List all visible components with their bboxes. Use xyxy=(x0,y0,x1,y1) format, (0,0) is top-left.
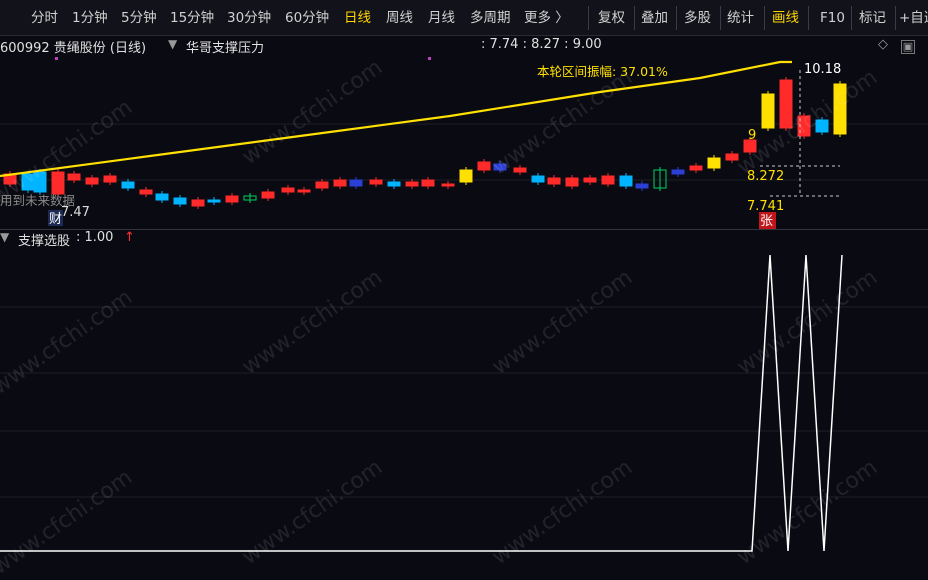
toolbar-divider xyxy=(720,6,721,30)
future-data-label: 用到未来数据 xyxy=(0,193,75,208)
stock-title: 600992 贵绳股份 (日线) xyxy=(0,41,147,56)
toolbar-divider xyxy=(588,6,589,30)
candle-body xyxy=(225,195,239,203)
zhang-marker: 张 xyxy=(760,214,773,229)
candle-body xyxy=(333,179,347,187)
tab-monthly[interactable]: 月线 xyxy=(428,0,455,36)
toolbar-divider xyxy=(676,6,677,30)
tab-15min[interactable]: 15分钟 xyxy=(170,0,214,36)
overlay-button[interactable]: 叠加 xyxy=(641,0,668,36)
chart-info-bar: 600992 贵绳股份 (日线) ▼ 华哥支撑压力 : 7.74 : 8.27 … xyxy=(0,36,928,56)
candle-body xyxy=(513,167,527,173)
indicator-dropdown-icon[interactable]: ▼ xyxy=(0,230,9,244)
tab-multi-period[interactable]: 多周期 xyxy=(470,0,511,36)
support-pressure-line xyxy=(0,60,792,178)
candle-body xyxy=(635,183,649,189)
event-dot xyxy=(428,57,431,60)
candle-body xyxy=(459,169,473,183)
candle-body xyxy=(121,181,135,189)
tab-more[interactable]: 更多 〉 xyxy=(524,0,569,36)
candle-body xyxy=(547,177,561,185)
indicator-name[interactable]: 华哥支撑压力 xyxy=(186,37,264,56)
toolbar-divider xyxy=(895,6,896,30)
candle-body xyxy=(261,191,275,199)
high-price-label: 10.18 xyxy=(804,62,841,77)
toolbar-divider xyxy=(764,6,765,30)
candle-body xyxy=(349,179,363,187)
tab-30min[interactable]: 30分钟 xyxy=(227,0,271,36)
period-toolbar: 分时 1分钟 5分钟 15分钟 30分钟 60分钟 日线 周线 月线 多周期 更… xyxy=(0,0,928,36)
candle-body xyxy=(421,179,435,187)
tab-60min[interactable]: 60分钟 xyxy=(285,0,329,36)
candle-body xyxy=(369,179,383,185)
tab-weekly[interactable]: 周线 xyxy=(386,0,413,36)
candle-body xyxy=(405,181,419,187)
indicator-gridlines xyxy=(0,306,928,498)
candle-body xyxy=(207,199,221,203)
candle-body xyxy=(297,189,311,193)
candle-body xyxy=(707,157,721,169)
candle-body xyxy=(689,165,703,171)
maximize-icon[interactable]: ▣ xyxy=(901,40,915,54)
candle-body xyxy=(671,169,685,175)
toolbar-divider xyxy=(808,6,809,30)
f10-button[interactable]: F10 xyxy=(820,0,845,36)
up-arrow-icon: ↑ xyxy=(124,230,135,245)
fuquan-button[interactable]: 复权 xyxy=(598,0,625,36)
candle-body xyxy=(619,175,633,187)
candle-body xyxy=(315,181,329,189)
candle-body xyxy=(441,183,455,187)
toolbar-divider xyxy=(634,6,635,30)
add-watchlist-button[interactable]: +自选 xyxy=(899,0,928,36)
diamond-icon[interactable]: ◇ xyxy=(878,37,888,52)
candle-body xyxy=(191,199,205,207)
candle-body xyxy=(583,177,597,183)
event-dot xyxy=(55,57,58,60)
level-8272-label: 8.272 xyxy=(747,169,784,184)
candle-body xyxy=(815,119,829,133)
candle-body xyxy=(103,175,117,183)
statistics-button[interactable]: 统计 xyxy=(727,0,754,36)
amplitude-label: 本轮区间振幅: 37.01% xyxy=(537,64,668,79)
candle-body xyxy=(33,171,47,193)
candle-body xyxy=(85,177,99,185)
multi-stock-button[interactable]: 多股 xyxy=(684,0,711,36)
candle-body xyxy=(725,153,739,161)
indicator-panel-name[interactable]: 支撑选股 xyxy=(18,230,70,249)
candle-body xyxy=(493,163,507,171)
candle-body xyxy=(477,161,491,171)
indicator-chart[interactable] xyxy=(0,229,928,559)
cai-marker: 财 xyxy=(49,212,62,227)
candle-body xyxy=(601,175,615,185)
candlesticks xyxy=(3,77,847,209)
candle-body xyxy=(21,173,35,191)
support-pick-line xyxy=(0,254,843,552)
candle-body xyxy=(281,187,295,193)
mark-button[interactable]: 标记 xyxy=(859,0,886,36)
candle-body xyxy=(565,177,579,187)
candle-body xyxy=(139,189,153,195)
indicator-values: : 7.74 : 8.27 : 9.00 xyxy=(481,37,602,52)
candle-body xyxy=(67,173,81,181)
candle-body xyxy=(387,181,401,187)
candle-body xyxy=(531,175,545,183)
toolbar-divider xyxy=(851,6,852,30)
indicator-panel-value: : 1.00 xyxy=(76,230,114,245)
draw-line-button[interactable]: 画线 xyxy=(772,0,799,36)
candle-body xyxy=(779,79,793,129)
tab-fenshi[interactable]: 分时 xyxy=(31,0,58,36)
candle-body xyxy=(761,93,775,129)
level-9-label: 9 xyxy=(748,128,756,143)
level-7741-label: 7.741 xyxy=(747,199,784,214)
tab-daily[interactable]: 日线 xyxy=(344,0,371,36)
tab-5min[interactable]: 5分钟 xyxy=(121,0,157,36)
candlestick-chart[interactable]: 本轮区间振幅: 37.01% 10.18 9 8.272 7.741 7.47 … xyxy=(0,56,928,230)
tab-1min[interactable]: 1分钟 xyxy=(72,0,108,36)
candle-body xyxy=(155,193,169,201)
candle-body xyxy=(173,197,187,205)
candle-body xyxy=(833,83,847,135)
indicator-dropdown-icon[interactable]: ▼ xyxy=(168,37,177,51)
candle-body xyxy=(51,171,65,195)
